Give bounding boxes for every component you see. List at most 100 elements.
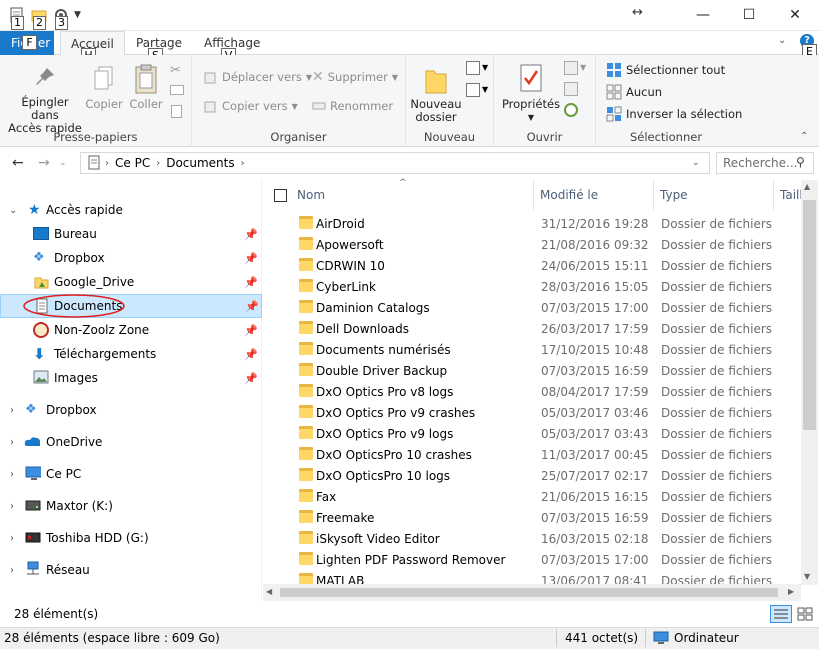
paste-button[interactable]: Coller bbox=[126, 63, 166, 111]
nav-root-this-pc[interactable]: › Ce PC bbox=[0, 462, 262, 486]
qat-properties-button[interactable]: 1 bbox=[8, 7, 26, 30]
breadcrumb-this-pc[interactable]: Ce PC bbox=[115, 156, 150, 170]
table-row[interactable]: Daminion Catalogs 07/03/2015 17:00 Dossier… bbox=[263, 297, 803, 318]
properties-button[interactable]: Propriétés ▼ bbox=[500, 63, 562, 124]
new-folder-button[interactable]: Nouveau dossier bbox=[410, 65, 462, 124]
chevron-down-icon[interactable]: ▼ bbox=[580, 63, 586, 72]
pin-icon[interactable]: 📌 bbox=[244, 372, 258, 385]
horizontal-scroll-thumb[interactable] bbox=[280, 588, 778, 597]
maximize-button[interactable]: ☐ bbox=[726, 0, 772, 30]
table-row[interactable]: Documents numérisés 17/10/2015 10:48 Dossi… bbox=[263, 339, 803, 360]
nav-item-documents[interactable]: Documents 📌 bbox=[0, 294, 262, 318]
nav-quick-access[interactable]: ⌄ ★ Accès rapide bbox=[0, 198, 262, 222]
copy-button[interactable]: Copier bbox=[84, 65, 124, 111]
table-row[interactable]: AirDroid 31/12/2016 19:28 Dossier de fichi… bbox=[263, 213, 803, 234]
chevron-down-icon[interactable]: ▼ bbox=[482, 63, 488, 72]
keytip: 3 bbox=[55, 16, 68, 30]
qat-new-folder-button[interactable]: 2 bbox=[30, 7, 48, 30]
table-row[interactable]: DxO Optics Pro v9 logs 05/03/2017 03:43 Do… bbox=[263, 423, 803, 444]
nav-root-dropbox[interactable]: › ❖ Dropbox bbox=[0, 398, 262, 422]
column-type[interactable]: Type bbox=[654, 180, 774, 210]
table-row[interactable]: DxO Optics Pro v8 logs 08/04/2017 17:59 Do… bbox=[263, 381, 803, 402]
table-row[interactable]: CDRWIN 10 24/06/2015 15:11 Dossier de fich… bbox=[263, 255, 803, 276]
nav-item-non-zoolz-zone[interactable]: Non-Zoolz Zone 📌 bbox=[0, 318, 262, 342]
select-all-checkbox[interactable] bbox=[274, 189, 287, 202]
rename-button[interactable]: Renommer bbox=[312, 96, 393, 116]
copy-path-icon[interactable] bbox=[170, 85, 184, 95]
collapse-ribbon-icon[interactable]: ⌃ bbox=[800, 131, 808, 142]
chevron-right-icon[interactable]: › bbox=[10, 501, 14, 512]
column-name[interactable]: Nom bbox=[291, 180, 534, 210]
move-to-button[interactable]: Déplacer vers ▼ bbox=[204, 67, 312, 87]
nav-item-google-drive[interactable]: Google_Drive 📌 bbox=[0, 270, 262, 294]
ribbon-expand-icon[interactable]: ⌄ bbox=[778, 35, 786, 46]
history-icon[interactable] bbox=[564, 103, 578, 117]
scroll-up-icon[interactable]: ▲ bbox=[804, 182, 810, 191]
nav-root-maxtor[interactable]: › Maxtor (K:) bbox=[0, 494, 262, 518]
pin-icon[interactable]: 📌 bbox=[244, 324, 258, 337]
nav-item-dropbox[interactable]: ❖ Dropbox 📌 bbox=[0, 246, 262, 270]
nav-item-images[interactable]: Images 📌 bbox=[0, 366, 262, 390]
open-icon[interactable] bbox=[564, 61, 578, 75]
invert-selection-button[interactable]: Inverser la sélection bbox=[606, 104, 742, 124]
pin-quick-access-button[interactable]: Épingler dans Accès rapide bbox=[6, 65, 84, 135]
back-button[interactable]: ← bbox=[12, 155, 24, 171]
table-row[interactable]: DxO OpticsPro 10 logs 25/07/2017 02:17 Dos… bbox=[263, 465, 803, 486]
edit-icon[interactable] bbox=[564, 82, 578, 96]
table-row[interactable]: Lighten PDF Password Remover 07/03/2015 1… bbox=[263, 549, 803, 570]
select-none-button[interactable]: Aucun bbox=[606, 82, 662, 102]
table-row[interactable]: Fax 21/06/2015 16:15 Dossier de fichiers bbox=[263, 486, 803, 507]
table-row[interactable]: iSkysoft Video Editor 16/03/2015 02:18 Dos… bbox=[263, 528, 803, 549]
nav-item-bureau[interactable]: Bureau 📌 bbox=[0, 222, 262, 246]
breadcrumb-documents[interactable]: Documents bbox=[166, 156, 234, 170]
scroll-down-icon[interactable]: ▼ bbox=[804, 572, 810, 581]
qat-customize-button[interactable]: 3 bbox=[52, 7, 70, 30]
chevron-right-icon[interactable]: › bbox=[10, 565, 14, 576]
copy-icon bbox=[94, 66, 113, 90]
table-row[interactable]: Apowersoft 21/08/2016 09:32 Dossier de fic… bbox=[263, 234, 803, 255]
pin-icon[interactable]: 📌 bbox=[244, 252, 258, 265]
scroll-right-icon[interactable]: ▶ bbox=[788, 587, 794, 596]
nav-root-toshiba[interactable]: › Toshiba HDD (G:) bbox=[0, 526, 262, 550]
cut-icon[interactable]: ✂ bbox=[170, 63, 181, 78]
easy-access-icon[interactable] bbox=[466, 83, 480, 97]
nav-root-onedrive[interactable]: › OneDrive bbox=[0, 430, 262, 454]
table-row[interactable]: Dell Downloads 26/03/2017 17:59 Dossier de… bbox=[263, 318, 803, 339]
table-row[interactable]: DxO Optics Pro v9 crashes 05/03/2017 03:4… bbox=[263, 402, 803, 423]
vertical-scroll-thumb[interactable] bbox=[803, 200, 816, 430]
nav-root-network[interactable]: › Réseau bbox=[0, 558, 262, 582]
chevron-right-icon[interactable]: › bbox=[10, 469, 14, 480]
recent-locations-icon[interactable]: ⌄ bbox=[59, 158, 67, 168]
nav-item-telechargements[interactable]: ⬇ Téléchargements 📌 bbox=[0, 342, 262, 366]
column-modified[interactable]: Modifié le bbox=[534, 180, 654, 210]
file-type: Dossier de fichiers bbox=[661, 510, 773, 525]
chevron-right-icon[interactable]: › bbox=[10, 405, 14, 416]
forward-button[interactable]: → bbox=[38, 155, 50, 171]
chevron-right-icon[interactable]: › bbox=[10, 533, 14, 544]
scroll-left-icon[interactable]: ◀ bbox=[266, 587, 272, 596]
chevron-down-icon[interactable]: ⌄ bbox=[9, 205, 17, 216]
table-row[interactable]: DxO OpticsPro 10 crashes 11/03/2017 00:45… bbox=[263, 444, 803, 465]
chevron-down-icon[interactable]: ▼ bbox=[482, 85, 488, 94]
details-view-button[interactable] bbox=[770, 605, 792, 623]
paste-shortcut-icon[interactable] bbox=[171, 105, 182, 118]
pin-icon[interactable]: 📌 bbox=[245, 300, 259, 313]
qat-dropdown-icon[interactable]: ▼ bbox=[74, 10, 81, 25]
file-modified: 24/06/2015 15:11 bbox=[541, 258, 649, 273]
new-item-icon[interactable] bbox=[466, 61, 480, 75]
minimize-button[interactable]: — bbox=[680, 0, 726, 30]
copy-to-button[interactable]: Copier vers ▼ bbox=[204, 96, 298, 116]
close-button[interactable]: ✕ bbox=[772, 0, 818, 30]
pin-icon[interactable]: 📌 bbox=[244, 276, 258, 289]
address-dropdown-icon[interactable]: ⌄ bbox=[692, 158, 700, 168]
select-all-button[interactable]: Sélectionner tout bbox=[606, 60, 725, 80]
table-row[interactable]: Freemake 07/03/2015 16:59 Dossier de fichi… bbox=[263, 507, 803, 528]
delete-button[interactable]: ✕ Supprimer ▼ bbox=[312, 67, 398, 87]
chevron-right-icon[interactable]: › bbox=[10, 437, 14, 448]
address-field[interactable]: › Ce PC › Documents › bbox=[80, 152, 710, 174]
table-row[interactable]: Double Driver Backup 07/03/2015 16:59 Doss… bbox=[263, 360, 803, 381]
pin-icon[interactable]: 📌 bbox=[244, 348, 258, 361]
pin-icon[interactable]: 📌 bbox=[244, 228, 258, 241]
large-icons-view-button[interactable] bbox=[795, 605, 815, 623]
table-row[interactable]: CyberLink 28/03/2016 15:05 Dossier de fich… bbox=[263, 276, 803, 297]
